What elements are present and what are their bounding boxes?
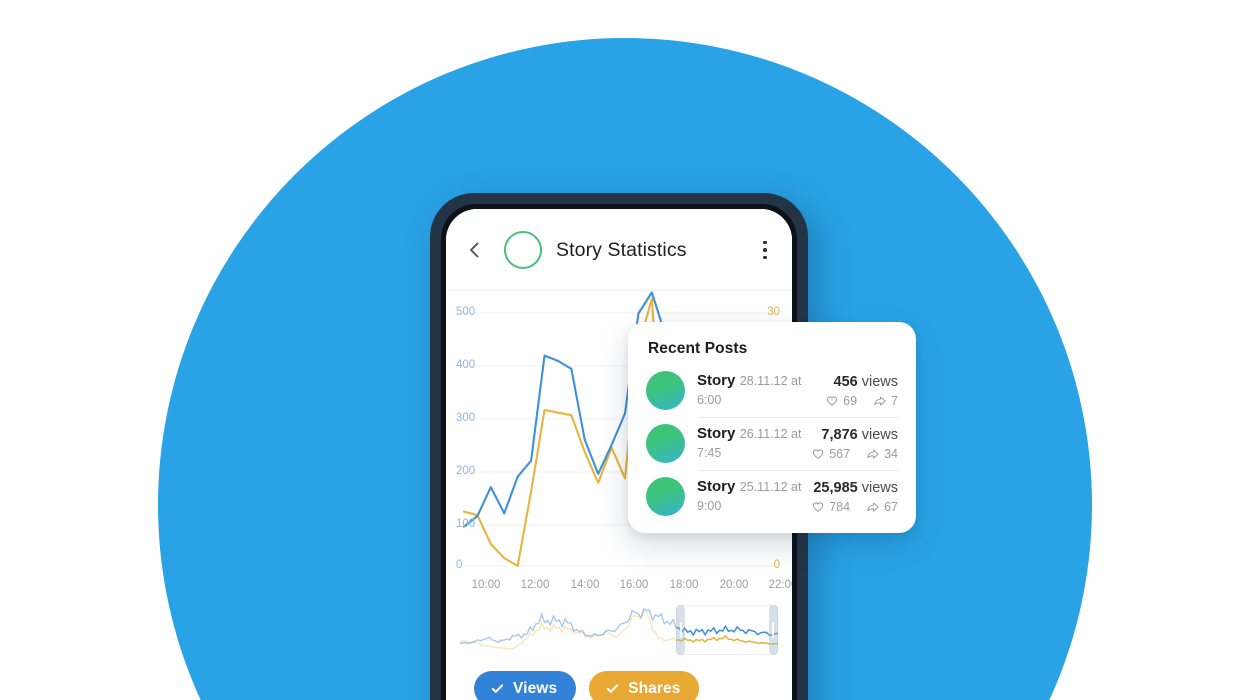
heart-icon xyxy=(827,396,838,406)
legend-buttons: Views Shares xyxy=(446,653,792,700)
cat-on-sand-thumbnail[interactable] xyxy=(646,371,685,410)
screenshot-stage: Story Statistics 500 400 300 200 100 0 3… xyxy=(0,0,1244,700)
minimap-handle-left[interactable] xyxy=(676,605,686,655)
list-item[interactable]: Story 25.11.12 at 9:00 25,985 views 784 … xyxy=(646,470,898,523)
recent-posts-card: Recent Posts Story 28.11.12 at 6:00 456 … xyxy=(628,322,916,533)
list-item[interactable]: Story 26.11.12 at 7:45 7,876 views 567 3… xyxy=(646,417,898,470)
y2-axis-label-0: 0 xyxy=(773,559,780,571)
y-axis-label-0: 0 xyxy=(456,559,463,571)
y-axis-label-300: 300 xyxy=(456,412,476,424)
range-selector[interactable] xyxy=(460,605,778,655)
y-axis-label-400: 400 xyxy=(456,359,476,371)
x-axis-label-5: 20:00 xyxy=(719,579,749,591)
post-views-count: 7,876 xyxy=(821,426,858,443)
x-axis-label-3: 16:00 xyxy=(619,579,649,591)
x-axis-label-4: 18:00 xyxy=(669,579,699,591)
orange-cat-thumbnail[interactable] xyxy=(646,424,685,463)
post-stats: 25,985 views 784 67 xyxy=(811,479,898,514)
post-likes: 69 xyxy=(843,394,858,409)
arrow-left-icon[interactable] xyxy=(460,235,490,265)
y-axis-label-200: 200 xyxy=(456,465,476,477)
shares-toggle-label: Shares xyxy=(628,679,681,697)
post-meta: 69 7 xyxy=(825,394,898,408)
post-name: Story xyxy=(697,425,736,443)
post-views: 7,876 views xyxy=(821,427,898,443)
heart-icon xyxy=(813,502,824,512)
share-icon xyxy=(874,396,886,406)
y-axis-label-100: 100 xyxy=(456,518,476,530)
post-shares: 7 xyxy=(891,394,898,409)
x-axis-label-0: 10:00 xyxy=(471,579,501,591)
shares-toggle-button[interactable]: Shares xyxy=(589,671,700,700)
post-name: Story xyxy=(697,372,736,390)
recent-posts-title: Recent Posts xyxy=(648,340,748,357)
post-stats: 456 views 69 7 xyxy=(825,373,898,408)
minimap-selection-window[interactable] xyxy=(676,605,778,655)
share-icon xyxy=(867,502,879,512)
post-views: 456 views xyxy=(834,374,899,390)
post-shares: 34 xyxy=(884,447,898,462)
post-views-word: views xyxy=(861,479,898,496)
y-axis-label-500: 500 xyxy=(456,306,476,318)
post-shares: 67 xyxy=(884,500,898,515)
post-name: Story xyxy=(697,478,736,496)
goldfish-thumbnail[interactable] xyxy=(646,477,685,516)
post-text: Story 25.11.12 at 9:00 xyxy=(697,478,811,515)
parrot-avatar[interactable] xyxy=(504,231,542,269)
post-views-count: 456 xyxy=(833,373,858,390)
x-axis-label-6: 22:00 xyxy=(768,579,792,591)
x-axis-label-1: 12:00 xyxy=(520,579,550,591)
y2-axis-label-30: 30 xyxy=(767,306,780,318)
post-views-word: views xyxy=(861,426,898,443)
heart-icon xyxy=(813,449,824,459)
check-icon xyxy=(607,684,619,693)
post-likes: 784 xyxy=(829,500,851,515)
post-likes: 567 xyxy=(829,447,851,462)
views-toggle-label: Views xyxy=(513,679,558,697)
post-text: Story 28.11.12 at 6:00 xyxy=(697,372,825,409)
post-views: 25,985 views xyxy=(813,480,898,496)
check-icon xyxy=(491,684,504,693)
x-axis-label-2: 14:00 xyxy=(570,579,600,591)
post-meta: 784 67 xyxy=(811,500,898,514)
x-axis-labels: 10:00 12:00 14:00 16:00 18:00 20:00 22:0… xyxy=(446,579,792,599)
share-icon xyxy=(867,449,879,459)
views-toggle-button[interactable]: Views xyxy=(474,671,577,700)
app-bar: Story Statistics xyxy=(446,209,792,291)
list-item[interactable]: Story 28.11.12 at 6:00 456 views 69 7 xyxy=(646,364,898,417)
page-title: Story Statistics xyxy=(556,238,687,261)
post-views-count: 25,985 xyxy=(813,479,858,496)
minimap-handle-right[interactable] xyxy=(768,605,778,655)
post-meta: 567 34 xyxy=(811,447,898,461)
post-views-word: views xyxy=(861,373,898,390)
post-stats: 7,876 views 567 34 xyxy=(811,426,898,461)
post-text: Story 26.11.12 at 7:45 xyxy=(697,425,811,462)
kebab-menu-icon[interactable] xyxy=(754,238,776,262)
